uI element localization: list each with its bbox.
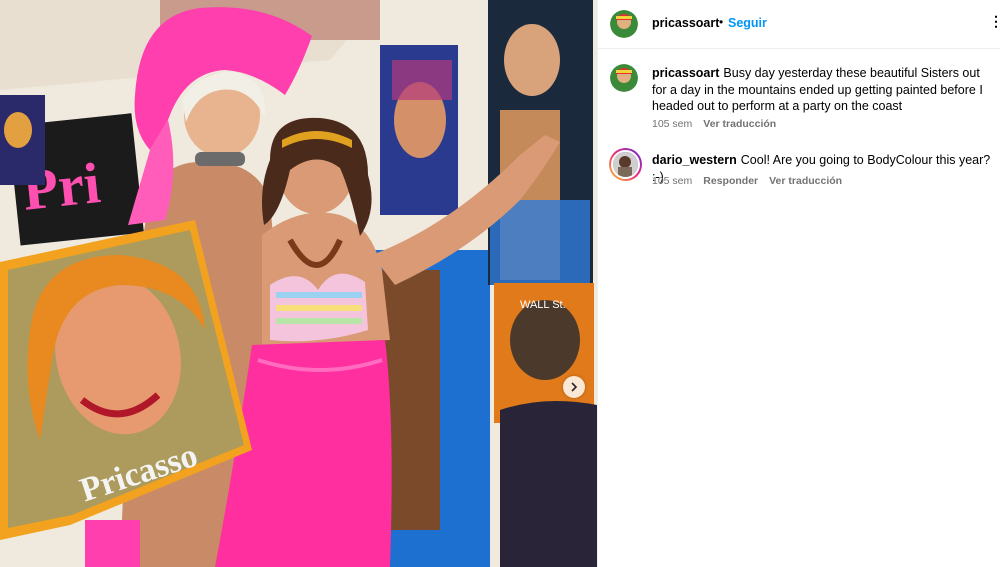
- comment-time[interactable]: 105 sem: [652, 118, 692, 130]
- more-options-icon[interactable]: ⋮: [989, 13, 1000, 30]
- post-photo[interactable]: WALL St. Pri Pricasso: [0, 0, 597, 567]
- see-translation-link[interactable]: Ver traducción: [769, 175, 842, 187]
- commenter-avatar[interactable]: [609, 148, 642, 181]
- commenter-avatar-image: [613, 152, 638, 177]
- next-image-button[interactable]: [563, 376, 585, 398]
- reply-meta: 105 sem Responder Ver traducción: [652, 175, 842, 187]
- comment-username[interactable]: dario_western: [652, 153, 737, 167]
- wall-st-sign: WALL St.: [520, 299, 566, 311]
- caption-comment: pricassoart Busy day yesterday these beau…: [652, 65, 997, 115]
- see-translation-link[interactable]: Ver traducción: [703, 118, 776, 130]
- photo-scene: WALL St. Pri Pricasso: [0, 0, 597, 567]
- caption-avatar-image: [610, 64, 638, 92]
- author-username[interactable]: pricassoart: [652, 16, 719, 30]
- comment-time[interactable]: 105 sem: [652, 175, 692, 187]
- comment-username[interactable]: pricassoart: [652, 66, 719, 80]
- chevron-right-icon: [571, 382, 578, 392]
- separator-dot: •: [719, 15, 724, 29]
- author-avatar-image: [610, 10, 638, 38]
- caption-author-avatar[interactable]: [610, 64, 638, 92]
- post-side-panel: pricassoart • Seguir ⋮ pricassoart Busy d…: [597, 0, 1000, 567]
- author-avatar[interactable]: [610, 10, 638, 38]
- commenter-avatar-frame: [611, 150, 640, 179]
- follow-button[interactable]: Seguir: [728, 16, 767, 30]
- caption-meta: 105 sem Ver traducción: [652, 118, 776, 130]
- reply-button[interactable]: Responder: [703, 175, 758, 187]
- post-header: pricassoart • Seguir ⋮: [598, 0, 1000, 49]
